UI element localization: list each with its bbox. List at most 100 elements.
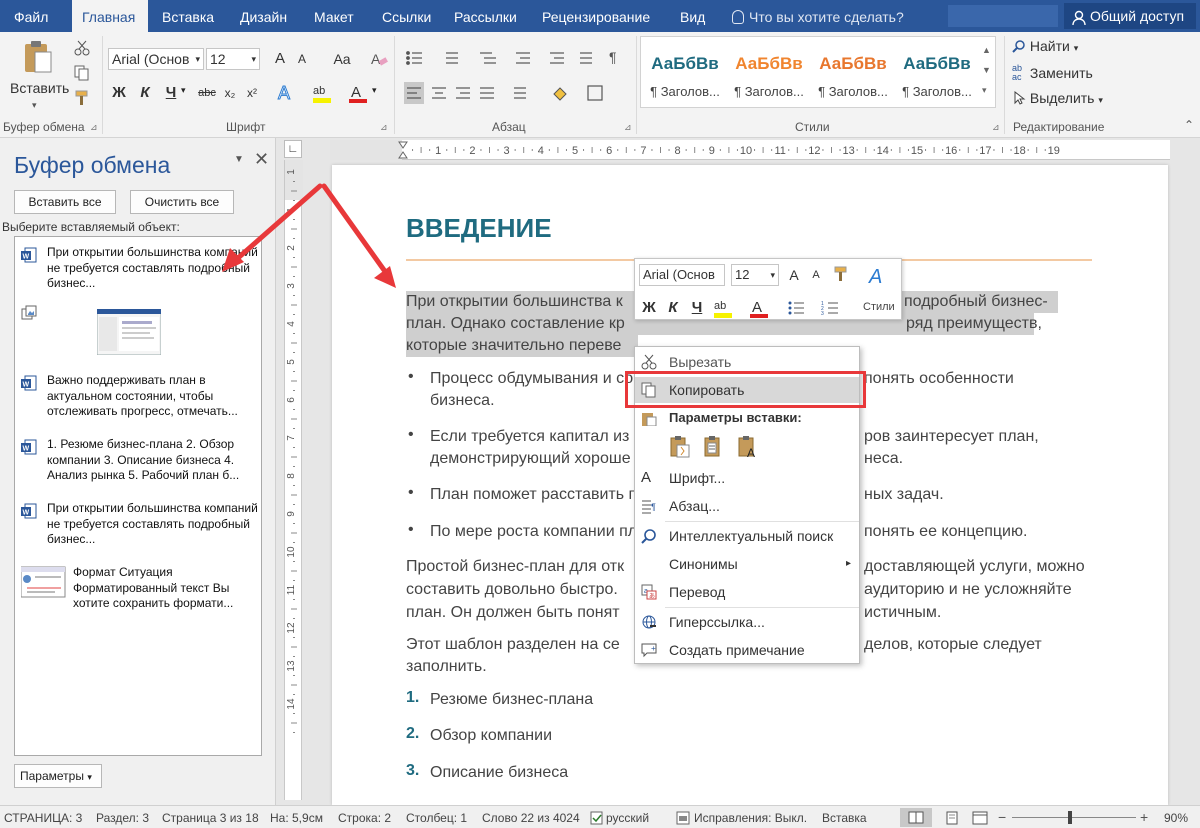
font-name-combo[interactable]: Arial (Основ ▾	[108, 48, 204, 70]
mini-size-combo[interactable]: 12 ▾	[731, 264, 779, 286]
replace-button[interactable]: ab ac Заменить	[1012, 64, 1093, 84]
mini-format-painter-icon[interactable]	[833, 266, 849, 282]
status-section[interactable]: Раздел: 3	[96, 811, 149, 825]
dialog-launcher-icon[interactable]: ⊿	[624, 122, 632, 133]
cut-icon[interactable]	[74, 40, 90, 56]
copy-icon[interactable]	[74, 65, 90, 81]
clear-formatting-icon[interactable]: A	[370, 50, 388, 68]
pane-options-button[interactable]: Параметры ▾	[14, 764, 102, 788]
superscript-button[interactable]: x²	[244, 82, 260, 104]
find-button[interactable]: Найти ▾	[1012, 38, 1078, 58]
grow-font-button[interactable]: A	[272, 48, 288, 70]
horizontal-ruler[interactable]: 1 2 3 4 5 6 7 8 9 10 11 12 13 14 15 16 17 18 19	[330, 140, 1170, 160]
status-column[interactable]: Столбец: 1	[406, 811, 467, 825]
account-area[interactable]	[948, 5, 1058, 27]
tab-design[interactable]: Дизайн	[230, 0, 297, 32]
mini-grow-font-button[interactable]: A	[787, 264, 801, 286]
clipboard-item[interactable]: W 1. Резюме бизнес-плана 2. Обзор компан…	[21, 437, 257, 487]
tab-review[interactable]: Рецензирование	[532, 0, 660, 32]
tab-layout[interactable]: Макет	[304, 0, 364, 32]
collapse-ribbon-icon[interactable]: ⌃	[1184, 118, 1194, 132]
text-effects-icon[interactable]: A	[276, 82, 296, 104]
dialog-launcher-icon[interactable]: ⊿	[90, 122, 98, 133]
tell-me-box[interactable]: Что вы хотите сделать?	[732, 0, 904, 32]
status-language[interactable]: русский	[606, 811, 649, 825]
menu-item-smart-lookup[interactable]: Интеллектуальный поиск	[635, 523, 859, 549]
share-button[interactable]: Общий доступ	[1064, 3, 1196, 29]
mini-italic-button[interactable]: К	[665, 297, 681, 319]
bold-button[interactable]: Ж	[110, 82, 128, 104]
zoom-in-button[interactable]: +	[1140, 809, 1148, 825]
menu-item-new-comment[interactable]: + Создать примечание	[635, 637, 859, 663]
mini-shrink-font-button[interactable]: A	[809, 264, 823, 286]
tab-selector[interactable]: ∟	[284, 140, 302, 158]
format-painter-icon[interactable]	[74, 90, 90, 106]
clipboard-item-image[interactable]	[21, 303, 257, 363]
mini-underline-button[interactable]: Ч	[689, 297, 705, 319]
pane-options-icon[interactable]: ▼	[234, 154, 244, 165]
paste-keep-format-icon[interactable]	[669, 435, 691, 459]
shrink-font-button[interactable]: A	[294, 48, 310, 70]
vertical-ruler[interactable]: 1 1 2 3 4 5 6 7 8 9 10 11 12 13 14	[284, 160, 303, 800]
menu-item-synonyms[interactable]: Синонимы ▸	[635, 551, 859, 577]
highlight-color-icon[interactable]: ab	[312, 82, 334, 104]
clipboard-item-html[interactable]: Формат Ситуация Форматированный текст Вы…	[21, 565, 257, 615]
status-words[interactable]: Слово 22 из 4024	[482, 811, 580, 825]
mini-styles-icon[interactable]: A	[867, 263, 895, 289]
menu-item-hyperlink[interactable]: Гиперссылка...	[635, 609, 859, 635]
status-page[interactable]: СТРАНИЦА: 3	[4, 811, 82, 825]
zoom-slider-track[interactable]	[1012, 817, 1136, 818]
status-position[interactable]: На: 5,9см	[270, 811, 323, 825]
mini-highlight-icon[interactable]: ab	[713, 297, 735, 319]
mini-bold-button[interactable]: Ж	[641, 297, 657, 319]
web-layout-icon[interactable]	[972, 811, 988, 825]
select-button[interactable]: Выделить ▾	[1012, 90, 1103, 110]
clear-all-button[interactable]: Очистить все	[130, 190, 234, 214]
tab-references[interactable]: Ссылки	[372, 0, 441, 32]
font-size-combo[interactable]: 12 ▾	[206, 48, 260, 70]
underline-button[interactable]: Ч	[162, 82, 180, 104]
zoom-out-button[interactable]: −	[998, 809, 1006, 825]
tab-mailings[interactable]: Рассылки	[444, 0, 527, 32]
paste-text-only-icon[interactable]: A	[737, 435, 759, 459]
style-heading-1[interactable]: АаБбВв ¶ Заголов...	[644, 42, 726, 104]
dialog-launcher-icon[interactable]: ⊿	[380, 122, 388, 133]
zoom-level[interactable]: 90%	[1164, 811, 1188, 825]
status-insert-mode[interactable]: Вставка	[822, 811, 867, 825]
clipboard-item[interactable]: W Важно поддерживать план в актуальном с…	[21, 373, 257, 423]
menu-item-paragraph[interactable]: ¶ Абзац...	[635, 493, 859, 519]
paste-button[interactable]: Вставить ▾	[10, 40, 69, 110]
status-page-of[interactable]: Страница 3 из 18	[162, 811, 259, 825]
mini-bullets-icon[interactable]	[787, 299, 805, 317]
paste-merge-format-icon[interactable]	[703, 435, 725, 459]
paragraph-tools[interactable]: ¶	[404, 48, 618, 110]
tab-view[interactable]: Вид	[670, 0, 715, 32]
close-icon[interactable]: ✕	[254, 149, 269, 170]
clipboard-item[interactable]: W При открытии большинства компаний не т…	[21, 245, 258, 293]
subscript-button[interactable]: x₂	[222, 82, 238, 104]
proofing-icon[interactable]	[590, 811, 604, 825]
paste-all-button[interactable]: Вставить все	[14, 190, 116, 214]
dialog-launcher-icon[interactable]: ⊿	[992, 122, 1000, 133]
macro-icon[interactable]	[676, 811, 690, 825]
strikethrough-button[interactable]: abc	[196, 82, 218, 104]
print-layout-icon[interactable]	[944, 811, 960, 825]
mini-numbering-icon[interactable]: 123	[821, 299, 839, 317]
menu-item-font[interactable]: A Шрифт...	[635, 465, 859, 491]
tab-insert[interactable]: Вставка	[152, 0, 224, 32]
italic-button[interactable]: К	[136, 82, 154, 104]
font-color-icon[interactable]: A	[348, 82, 370, 104]
mini-font-combo[interactable]: Arial (Основ	[639, 264, 725, 286]
status-line[interactable]: Строка: 2	[338, 811, 391, 825]
clipboard-item[interactable]: W При открытии большинства компаний не т…	[21, 501, 258, 551]
status-track-changes[interactable]: Исправления: Выкл.	[694, 811, 807, 825]
tab-home[interactable]: Главная	[72, 0, 148, 32]
tab-file[interactable]: Файл	[4, 0, 58, 32]
styles-scroll-buttons[interactable]: ▲ ▼ ▾	[982, 40, 991, 100]
menu-item-translate[interactable]: aあ Перевод	[635, 579, 859, 605]
change-case-button[interactable]: Aa	[328, 48, 356, 70]
style-heading-3[interactable]: АаБбВв ¶ Заголов...	[812, 42, 894, 104]
style-heading-2[interactable]: АаБбВв ¶ Заголов...	[728, 42, 810, 104]
style-heading-4[interactable]: АаБбВв ¶ Заголов...	[896, 42, 978, 104]
mini-font-color-icon[interactable]: A	[749, 297, 771, 319]
